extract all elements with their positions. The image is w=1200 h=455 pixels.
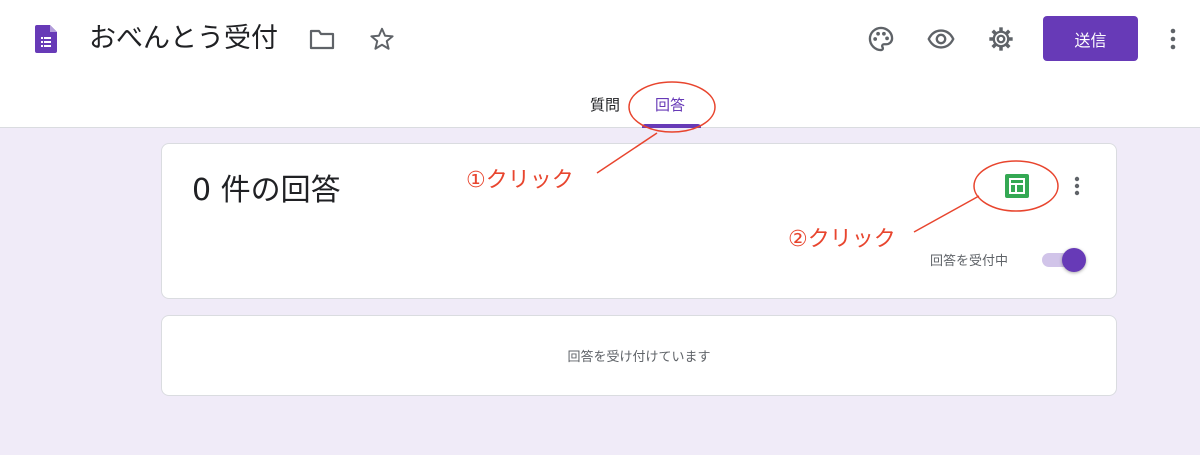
send-button[interactable]: 送信 (1043, 16, 1138, 61)
status-message: 回答を受け付けています (567, 350, 711, 365)
forms-app-icon[interactable] (35, 25, 57, 57)
annotation-label-2: ②クリック (788, 227, 896, 252)
toggle-thumb (1062, 248, 1086, 272)
sheets-icon[interactable] (992, 166, 1042, 206)
tab-responses[interactable]: 回答 (655, 94, 685, 115)
more-options-icon[interactable] (1062, 166, 1092, 206)
tab-questions[interactable]: 質問 (590, 94, 620, 115)
form-title[interactable]: おべんとう受付 (89, 20, 278, 58)
star-icon[interactable] (362, 19, 402, 59)
eye-icon[interactable] (921, 19, 961, 59)
gear-icon[interactable] (981, 19, 1021, 59)
response-count: 0 件の回答 (192, 173, 341, 208)
accepting-responses-toggle[interactable] (1040, 247, 1090, 273)
active-tab-indicator (642, 124, 701, 128)
palette-icon[interactable] (861, 19, 901, 59)
annotation-label-1: ①クリック (466, 168, 574, 193)
top-header: おべんとう受付 送信 質問 回答 (0, 0, 1200, 128)
response-summary-card: 0 件の回答 回答を受付中 (161, 143, 1117, 299)
more-vert-icon[interactable] (1158, 19, 1188, 59)
status-card: 回答を受け付けています (161, 315, 1117, 396)
accepting-responses-label: 回答を受付中 (930, 254, 1009, 269)
folder-icon[interactable] (302, 19, 342, 59)
